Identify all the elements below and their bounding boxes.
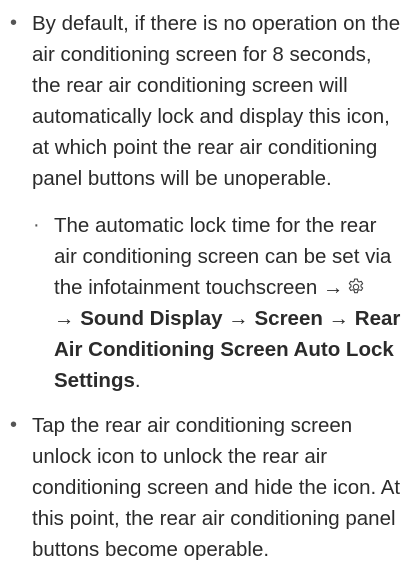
lock-time-setting-text: The automatic lock time for the rear air… bbox=[54, 214, 392, 299]
arrow-2: → bbox=[228, 307, 249, 330]
sentence-period: . bbox=[134, 369, 141, 392]
auto-lock-description: By default, if there is no operation on … bbox=[32, 12, 401, 190]
bullet-item-unlock: • Tap the rear air conditioning screen u… bbox=[8, 410, 402, 565]
gear-settings-icon bbox=[346, 275, 366, 295]
sub-bullet-marker: · bbox=[33, 214, 40, 236]
bullet-item-auto-lock: • By default, if there is no operation o… bbox=[8, 8, 402, 396]
unlock-description: Tap the rear air conditioning screen unl… bbox=[32, 414, 401, 561]
arrow-3: → bbox=[328, 307, 350, 330]
menu-path-screen: Screen bbox=[254, 307, 323, 330]
sub-item-lock-time-setting: · The automatic lock time for the rear a… bbox=[32, 210, 402, 396]
bullet-marker: • bbox=[10, 12, 18, 34]
bullet-marker: • bbox=[10, 414, 18, 436]
menu-path-sound-display: Sound Display bbox=[80, 307, 223, 330]
arrow-1: → bbox=[54, 307, 75, 330]
document-page: • By default, if there is no operation o… bbox=[0, 0, 416, 561]
